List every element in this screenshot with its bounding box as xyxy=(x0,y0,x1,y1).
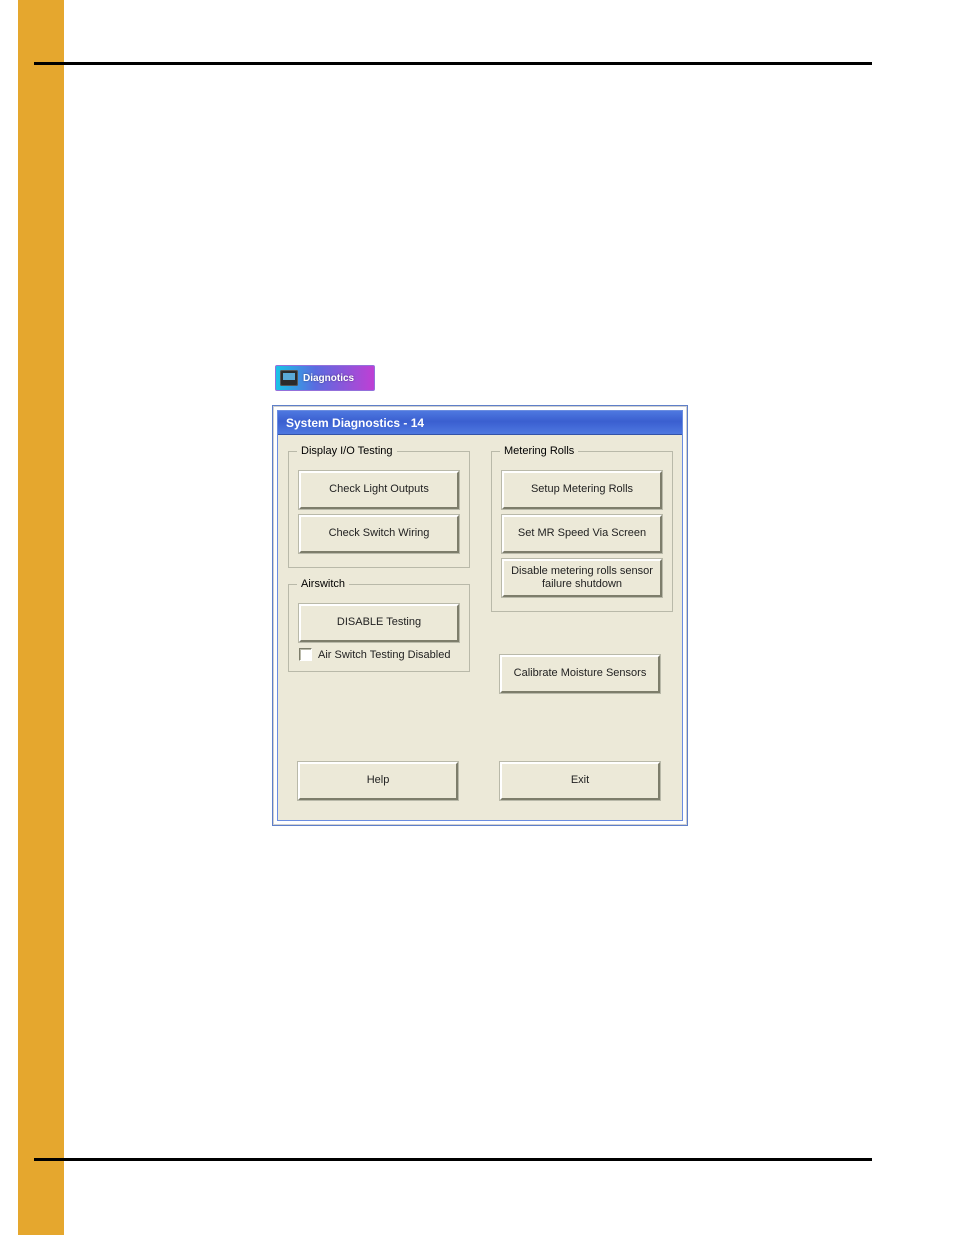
window-title-bar[interactable]: System Diagnostics - 14 xyxy=(278,411,682,435)
metering-rolls-group: Metering Rolls Setup Metering Rolls Set … xyxy=(491,445,673,612)
disable-testing-button[interactable]: DISABLE Testing xyxy=(299,604,459,642)
setup-metering-rolls-button[interactable]: Setup Metering Rolls xyxy=(502,471,662,509)
horizontal-rule-top xyxy=(34,62,872,65)
diagnostics-icon xyxy=(280,370,298,386)
left-column: Display I/O Testing Check Light Outputs … xyxy=(288,445,470,682)
window-title-text: System Diagnostics - 14 xyxy=(286,416,424,430)
left-page-stripe xyxy=(18,0,64,1235)
display-io-testing-legend: Display I/O Testing xyxy=(297,445,397,457)
horizontal-rule-bottom xyxy=(34,1158,872,1161)
diagnostics-launcher-button[interactable]: Diagnotics xyxy=(275,365,375,391)
check-switch-wiring-button[interactable]: Check Switch Wiring xyxy=(299,515,459,553)
system-diagnostics-window: System Diagnostics - 14 Display I/O Test… xyxy=(272,405,688,826)
disable-metering-rolls-sensor-button[interactable]: Disable metering rolls sensor failure sh… xyxy=(502,559,662,597)
window-client-area: Display I/O Testing Check Light Outputs … xyxy=(278,435,682,820)
metering-rolls-legend: Metering Rolls xyxy=(500,445,578,457)
air-switch-testing-disabled-checkbox-row[interactable]: Air Switch Testing Disabled xyxy=(299,648,459,661)
window-inner-frame: System Diagnostics - 14 Display I/O Test… xyxy=(277,410,683,821)
right-column: Metering Rolls Setup Metering Rolls Set … xyxy=(491,445,673,622)
air-switch-testing-disabled-checkbox[interactable] xyxy=(299,648,312,661)
document-page: Diagnotics System Diagnostics - 14 Displ… xyxy=(0,0,954,1235)
exit-button[interactable]: Exit xyxy=(500,762,660,800)
check-light-outputs-button[interactable]: Check Light Outputs xyxy=(299,471,459,509)
set-mr-speed-button[interactable]: Set MR Speed Via Screen xyxy=(502,515,662,553)
calibrate-moisture-sensors-button[interactable]: Calibrate Moisture Sensors xyxy=(500,655,660,693)
airswitch-group: Airswitch DISABLE Testing Air Switch Tes… xyxy=(288,578,470,672)
airswitch-legend: Airswitch xyxy=(297,578,349,590)
help-button[interactable]: Help xyxy=(298,762,458,800)
diagnostics-launcher-label: Diagnotics xyxy=(303,373,354,384)
air-switch-testing-disabled-label: Air Switch Testing Disabled xyxy=(318,649,450,661)
display-io-testing-group: Display I/O Testing Check Light Outputs … xyxy=(288,445,470,568)
